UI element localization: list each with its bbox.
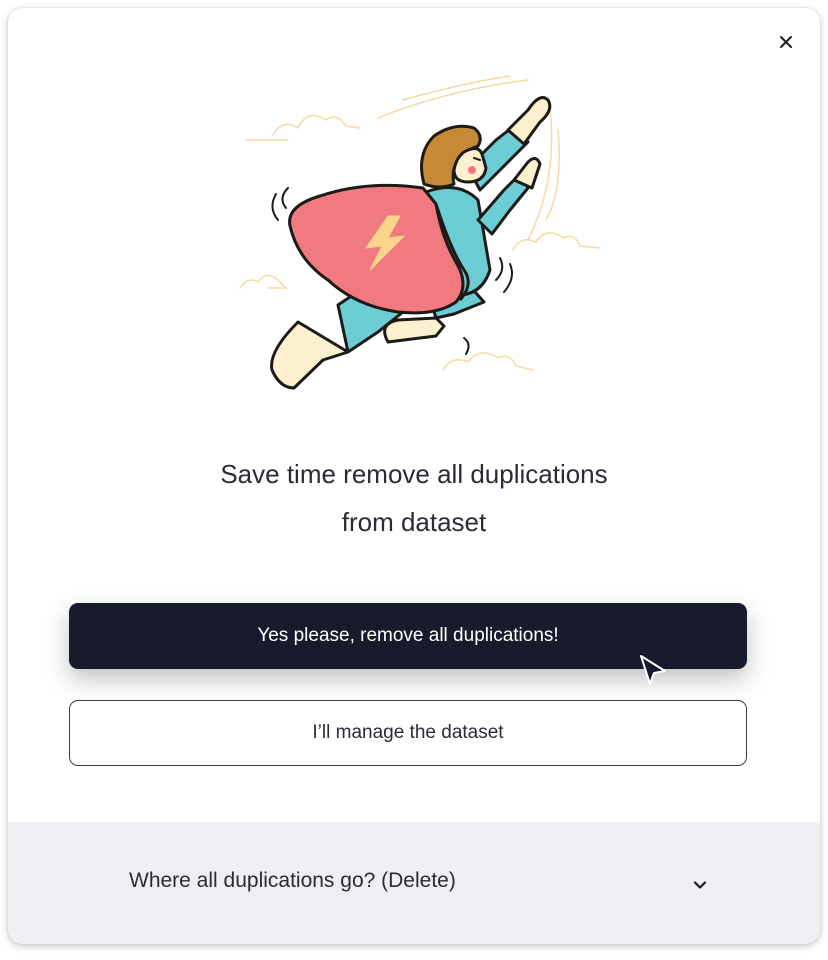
footer-panel: Where all duplications go? (Delete): [8, 822, 820, 944]
dialog-title: Save time remove all duplications from d…: [8, 450, 820, 546]
flying-superhero-illustration: [239, 75, 601, 390]
dialog-title-line-2: from dataset: [341, 507, 487, 537]
dropdown-label: Where all duplications go? (Delete): [129, 869, 456, 892]
manage-dataset-button[interactable]: I’ll manage the dataset: [69, 700, 747, 766]
close-button[interactable]: [774, 30, 798, 54]
close-icon: [780, 36, 792, 48]
chevron-down-icon: [693, 881, 707, 889]
mouse-cursor-icon: [640, 655, 666, 685]
dialog-title-line-1: Save time remove all duplications: [220, 459, 608, 489]
duplications-destination-dropdown[interactable]: Where all duplications go? (Delete): [8, 822, 820, 944]
dialog: Save time remove all duplications from d…: [8, 8, 820, 944]
